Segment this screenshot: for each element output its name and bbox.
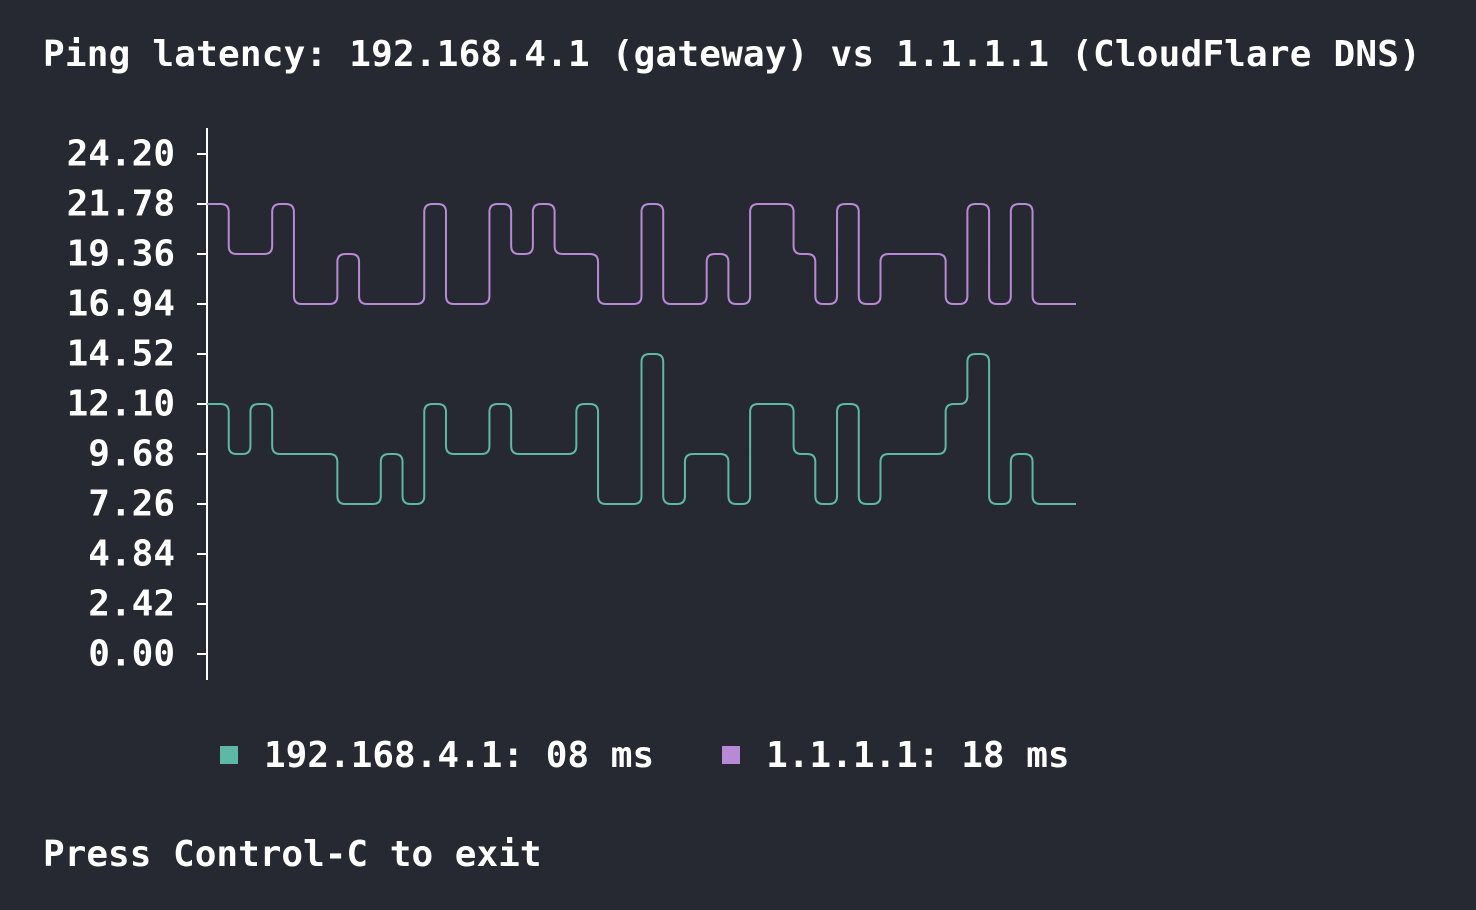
legend-label-gateway: 192.168.4.1: 08 ms [264,734,655,776]
y-tick-label: 12.10 [67,384,175,425]
y-tick-label: 24.20 [67,134,175,175]
exit-hint: Press Control-C to exit [43,834,542,875]
series-line-cloudflare [207,203,1076,305]
series-line-gateway [207,353,1076,505]
y-tick-label: 14.52 [67,334,175,375]
legend-label-cloudflare: 1.1.1.1: 18 ms [766,734,1070,776]
y-tick-label: 16.94 [67,284,175,325]
legend-item-gateway: 192.168.4.1: 08 ms [220,735,654,776]
y-tick-label: 19.36 [67,234,175,275]
y-tick-label: 0.00 [88,634,175,675]
chart-legend: 192.168.4.1: 08 ms 1.1.1.1: 18 ms [220,730,1070,780]
y-tick-label: 9.68 [88,434,175,475]
y-tick-label: 7.26 [88,484,175,525]
legend-swatch-cloudflare [722,746,741,764]
legend-item-cloudflare: 1.1.1.1: 18 ms [722,734,1070,776]
terminal-window: Ping latency: 192.168.4.1 (gateway) vs 1… [0,0,1476,910]
y-tick-label: 2.42 [88,584,175,625]
y-tick-label: 21.78 [67,184,175,225]
y-tick-label: 4.84 [88,534,175,575]
legend-swatch-gateway [220,746,238,764]
